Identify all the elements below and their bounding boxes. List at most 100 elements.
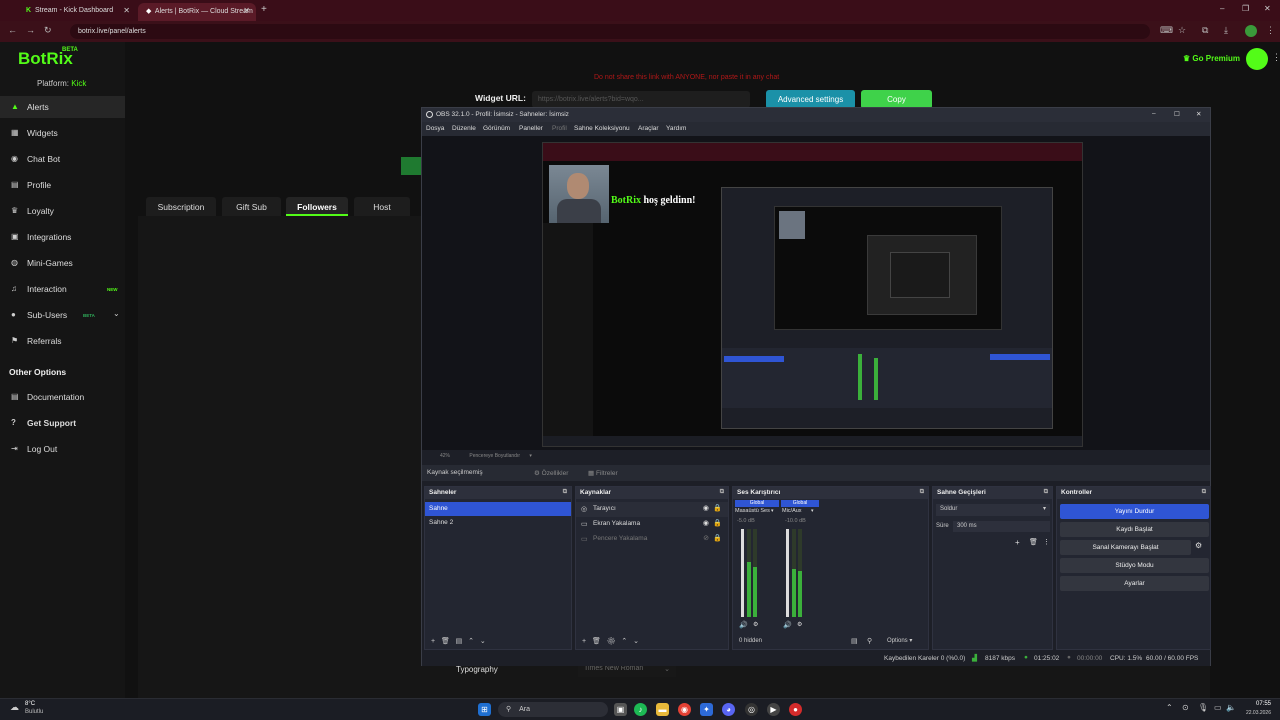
back-icon[interactable]: ←: [8, 25, 17, 35]
source-item[interactable]: ▭ Ekran Yakalama ◉ 🔒: [576, 517, 728, 532]
sidebar-item-widgets[interactable]: ▦ Widgets: [0, 122, 125, 144]
sidebar-item-alerts[interactable]: ▲ Alerts: [0, 96, 125, 118]
sidebar-item-chat-bot[interactable]: ◉ Chat Bot: [0, 148, 125, 170]
tab-subscription[interactable]: Subscription: [146, 197, 216, 216]
user-avatar[interactable]: [1246, 48, 1268, 70]
chrome-icon[interactable]: ◉: [678, 703, 691, 716]
new-tab-button[interactable]: +: [261, 4, 267, 15]
zoom-level[interactable]: 42%: [440, 453, 450, 459]
visibility-eye-icon[interactable]: ◉: [703, 519, 709, 527]
settings-button[interactable]: Ayarlar: [1060, 576, 1209, 591]
tab-followers[interactable]: Followers: [286, 197, 348, 216]
close-browser-icon[interactable]: ✕: [1264, 4, 1271, 13]
stop-streaming-button[interactable]: Yayını Durdur: [1060, 504, 1209, 519]
lock-icon[interactable]: 🔒: [713, 504, 722, 512]
translate-icon[interactable]: ⌨: [1160, 25, 1173, 36]
chevron-down-icon[interactable]: ▾: [811, 508, 814, 514]
sidebar-item-get-support[interactable]: ? Get Support: [0, 412, 125, 434]
dock-undock-icon[interactable]: ⧉: [563, 489, 567, 496]
sidebar-item-integrations[interactable]: ▣ Integrations: [0, 226, 125, 248]
menu-dosya[interactable]: Dosya: [426, 125, 444, 132]
microphone-icon[interactable]: 🎙: [1198, 703, 1208, 712]
task-view-icon[interactable]: ▣: [614, 703, 627, 716]
mixer-link-icon[interactable]: ⚲: [867, 637, 872, 645]
trash-icon[interactable]: 🗑: [441, 638, 450, 645]
start-virtual-camera-button[interactable]: Sanal Kamerayı Başlat: [1060, 540, 1191, 555]
network-app-icon[interactable]: ✦: [700, 703, 713, 716]
close-tab-icon[interactable]: ✕: [243, 6, 250, 15]
maximize-obs-icon[interactable]: ☐: [1174, 110, 1180, 118]
reload-icon[interactable]: ↻: [44, 25, 52, 36]
windows-start-icon[interactable]: ⊞: [478, 703, 491, 716]
volume-slider-1[interactable]: [741, 529, 744, 617]
lock-icon[interactable]: 🔒: [713, 519, 722, 527]
source-item[interactable]: ◎ Tarayıcı ◉ 🔒: [576, 502, 728, 517]
visibility-hidden-icon[interactable]: ⊘: [703, 534, 709, 542]
trash-icon[interactable]: 🗑: [592, 638, 601, 645]
browser-menu-icon[interactable]: ⋮: [1266, 25, 1275, 36]
go-premium-link[interactable]: ♛ Go Premium: [1183, 54, 1240, 63]
media-player-icon[interactable]: ▶: [767, 703, 780, 716]
recording-app-icon[interactable]: ●: [789, 703, 802, 716]
move-up-icon[interactable]: ⌃: [468, 638, 474, 645]
add-transition-icon[interactable]: +: [1015, 538, 1020, 547]
clock-time[interactable]: 07:55: [1241, 701, 1271, 707]
hidden-green-button[interactable]: [401, 157, 421, 175]
mixer-settings-icon[interactable]: ⚙: [797, 621, 802, 628]
chevron-down-icon[interactable]: ▾: [529, 453, 532, 459]
discord-icon[interactable]: ◕: [722, 703, 735, 716]
close-tab-icon[interactable]: ✕: [123, 6, 130, 15]
minimize-obs-icon[interactable]: –: [1152, 110, 1156, 117]
sidebar-item-mini-games[interactable]: ◍ Mini-Games: [0, 252, 125, 274]
move-down-icon[interactable]: ⌄: [633, 638, 639, 645]
source-item[interactable]: ▭ Pencere Yakalama ⊘ 🔒: [576, 532, 728, 547]
dock-undock-icon[interactable]: ⧉: [1202, 489, 1206, 496]
sidebar-item-referrals[interactable]: ⚑ Referrals: [0, 330, 125, 352]
remove-transition-icon[interactable]: 🗑: [1029, 538, 1038, 546]
tab-host[interactable]: Host: [354, 197, 410, 216]
transition-menu-icon[interactable]: ⋮: [1043, 538, 1050, 546]
visibility-eye-icon[interactable]: ◉: [703, 504, 709, 512]
tab-kick-dashboard[interactable]: K Stream - Kick Dashboard ✕: [18, 3, 136, 21]
forward-icon[interactable]: →: [26, 25, 35, 35]
sidebar-item-interaction[interactable]: ♫ Interaction NEW: [0, 278, 125, 300]
menu-yardim[interactable]: Yardım: [666, 125, 686, 132]
speaker-icon[interactable]: 🔊: [783, 621, 792, 629]
weather-text[interactable]: Bulutlu: [25, 709, 43, 715]
menu-gorunum[interactable]: Görünüm: [483, 125, 510, 132]
maximize-browser-icon[interactable]: ❐: [1242, 4, 1249, 13]
volume-slider-2[interactable]: [786, 529, 789, 617]
extensions-icon[interactable]: ⧉: [1202, 25, 1208, 36]
minimize-browser-icon[interactable]: –: [1220, 4, 1224, 13]
tray-app-icon[interactable]: ⊙: [1182, 703, 1189, 712]
scene-item[interactable]: Sahne: [425, 502, 571, 516]
widget-url-field[interactable]: https://botrix.live/alerts?bid=wqo...: [532, 91, 750, 108]
zoom-mode[interactable]: Pencereye Boyutlandır: [469, 453, 520, 459]
download-icon[interactable]: ⤓: [1224, 25, 1228, 36]
add-icon[interactable]: +: [582, 638, 586, 645]
bookmark-star-icon[interactable]: ☆: [1178, 25, 1186, 36]
chevron-down-icon[interactable]: ▾: [771, 508, 774, 514]
mixer-layout-icon[interactable]: ▤: [851, 637, 858, 645]
taskbar-search[interactable]: ⚲ Ara: [498, 702, 608, 717]
more-options-icon[interactable]: ⋮: [1272, 52, 1280, 63]
mixer-settings-icon[interactable]: ⚙: [753, 621, 758, 628]
start-recording-button[interactable]: Kaydı Başlat: [1060, 522, 1209, 537]
mixer-options-button[interactable]: Options ▾: [887, 637, 912, 644]
virtual-camera-settings-icon[interactable]: ⚙: [1195, 541, 1202, 550]
address-bar[interactable]: botrix.live/panel/alerts: [70, 24, 1150, 39]
dock-undock-icon[interactable]: ⧉: [720, 489, 724, 496]
close-obs-icon[interactable]: ✕: [1196, 110, 1201, 118]
sidebar-item-sub-users[interactable]: ● Sub-Users BETA ⌄: [0, 304, 125, 326]
tab-botrix-alerts[interactable]: ◆ Alerts | BotRix — Cloud Stream ✕: [138, 3, 256, 21]
studio-mode-button[interactable]: Stüdyo Modu: [1060, 558, 1209, 573]
lock-icon[interactable]: 🔒: [713, 534, 722, 542]
move-down-icon[interactable]: ⌄: [480, 638, 486, 645]
properties-button[interactable]: ⚙ Özellikler: [534, 469, 568, 477]
move-up-icon[interactable]: ⌃: [621, 638, 627, 645]
menu-paneller[interactable]: Paneller: [519, 125, 543, 132]
menu-profil[interactable]: Profil: [552, 125, 567, 132]
sidebar-item-loyalty[interactable]: ♛ Loyalty: [0, 200, 125, 222]
spotify-icon[interactable]: ♪: [634, 703, 647, 716]
dock-undock-icon[interactable]: ⧉: [920, 489, 924, 496]
